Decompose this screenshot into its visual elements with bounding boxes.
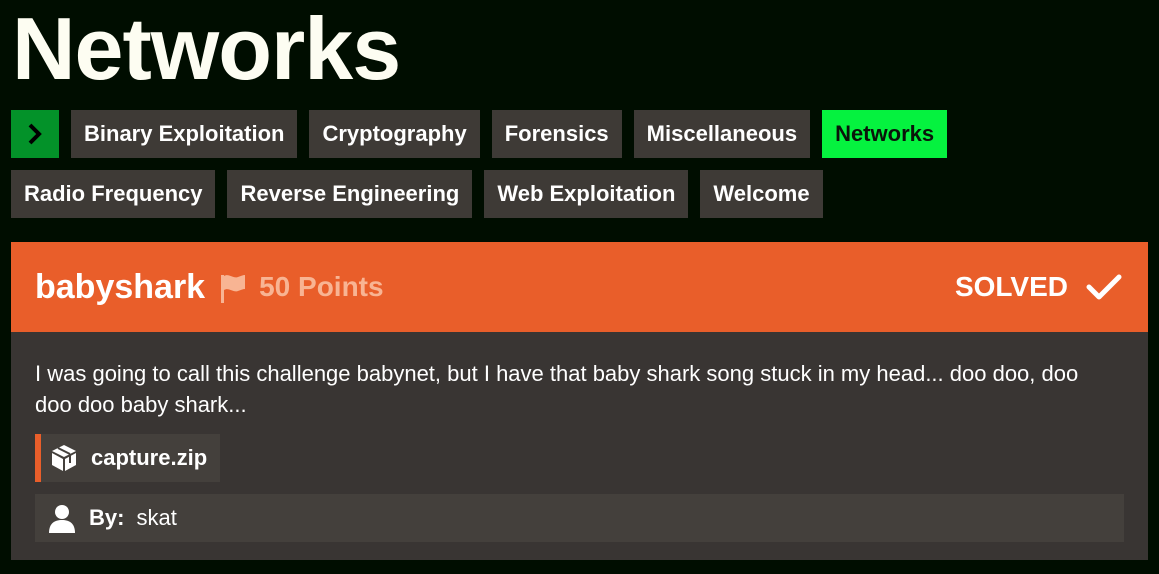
challenge-header[interactable]: babyshark 50 Points SOLVED (11, 242, 1148, 332)
chevron-right-icon (28, 123, 42, 145)
checkmark-icon (1086, 274, 1122, 300)
category-cryptography[interactable]: Cryptography (309, 110, 480, 158)
category-row-2: Radio Frequency Reverse Engineering Web … (11, 170, 1151, 218)
author-bar: By: skat (35, 494, 1124, 542)
challenge-body: I was going to call this challenge babyn… (11, 332, 1148, 542)
challenge-points: 50 Points (259, 271, 384, 302)
category-networks[interactable]: Networks (822, 110, 948, 158)
solved-indicator: SOLVED (955, 242, 1122, 332)
challenge-page: Networks Binary Exploitation Cryptograph… (0, 0, 1159, 574)
attachment-link[interactable]: capture.zip (35, 434, 221, 482)
category-binary-exploitation[interactable]: Binary Exploitation (71, 110, 298, 158)
user-icon (49, 505, 75, 533)
category-welcome[interactable]: Welcome (700, 170, 823, 218)
author-name: skat (136, 505, 177, 530)
challenge-card: babyshark 50 Points SOLVED I was going t… (11, 242, 1148, 560)
category-row-1: Binary Exploitation Cryptography Forensi… (11, 110, 1151, 158)
author-label: By: (89, 505, 125, 530)
page-title: Networks (12, 0, 401, 98)
category-toggle-button[interactable] (11, 110, 59, 158)
package-icon (52, 445, 76, 471)
category-reverse-engineering[interactable]: Reverse Engineering (227, 170, 473, 218)
category-web-exploitation[interactable]: Web Exploitation (484, 170, 689, 218)
category-radio-frequency[interactable]: Radio Frequency (11, 170, 216, 218)
category-nav: Binary Exploitation Cryptography Forensi… (11, 110, 1151, 230)
challenge-name: babyshark (35, 267, 206, 306)
category-miscellaneous[interactable]: Miscellaneous (633, 110, 811, 158)
category-forensics[interactable]: Forensics (491, 110, 622, 158)
flag-icon (219, 273, 247, 305)
attachment-filename: capture.zip (91, 445, 208, 470)
challenge-description: I was going to call this challenge babyn… (35, 361, 1079, 417)
solved-label: SOLVED (954, 271, 1068, 302)
